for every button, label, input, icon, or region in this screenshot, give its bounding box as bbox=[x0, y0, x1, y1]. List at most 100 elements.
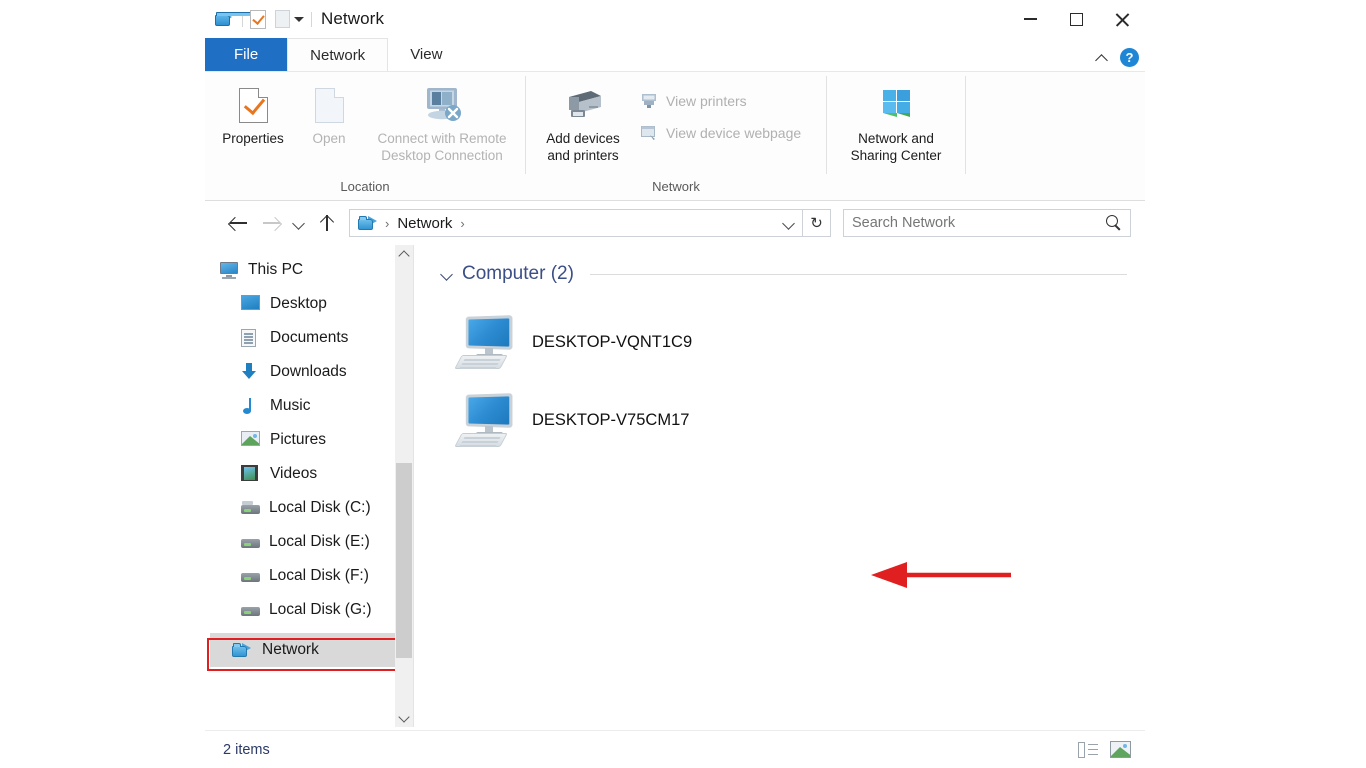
scroll-up-arrow[interactable] bbox=[395, 245, 413, 263]
sidebar-item-pictures[interactable]: Pictures bbox=[205, 423, 413, 457]
sidebar-item-label: Local Disk (E:) bbox=[269, 533, 370, 551]
connect-remote-desktop-button[interactable]: Connect with Remote Desktop Connection bbox=[367, 84, 517, 165]
up-arrow-icon bbox=[319, 215, 335, 231]
list-item[interactable]: DESKTOP-V75CM17 bbox=[440, 381, 1145, 459]
network-folder-icon[interactable] bbox=[215, 11, 235, 27]
sidebar-item-desktop[interactable]: Desktop bbox=[205, 287, 413, 321]
view-device-webpage-link[interactable]: View device webpage bbox=[636, 120, 805, 146]
chevron-up-icon[interactable] bbox=[1097, 52, 1108, 63]
chevron-down-icon[interactable] bbox=[440, 267, 454, 281]
view-printers-label: View printers bbox=[666, 93, 747, 109]
sidebar-item-local-disk-c[interactable]: Local Disk (C:) bbox=[205, 491, 413, 525]
forward-button[interactable] bbox=[255, 208, 287, 238]
group-divider bbox=[590, 274, 1127, 275]
sidebar-item-downloads[interactable]: Downloads bbox=[205, 355, 413, 389]
windows-logo-icon bbox=[877, 87, 915, 123]
ribbon-group-network-label: Network bbox=[526, 179, 826, 200]
explorer-body: This PC Desktop Documents Downloads Musi bbox=[205, 245, 1145, 727]
ribbon-controls: ? bbox=[1097, 48, 1139, 67]
status-bar: 2 items bbox=[205, 730, 1145, 768]
sidebar-item-label: This PC bbox=[248, 261, 303, 279]
tab-view[interactable]: View bbox=[388, 38, 464, 71]
tab-file[interactable]: File bbox=[205, 38, 287, 71]
ribbon-group-sharing: Network and Sharing Center bbox=[827, 72, 965, 200]
divider bbox=[311, 12, 312, 27]
close-button[interactable] bbox=[1099, 0, 1145, 38]
properties-label: Properties bbox=[222, 131, 284, 148]
ribbon-group-sharing-label bbox=[827, 194, 965, 200]
item-count-label: 2 items bbox=[223, 742, 270, 758]
sidebar-item-this-pc[interactable]: This PC bbox=[205, 253, 413, 287]
add-devices-and-printers-button[interactable]: Add devices and printers bbox=[540, 84, 626, 165]
sidebar-item-label: Videos bbox=[270, 465, 317, 483]
pictures-icon bbox=[241, 431, 261, 449]
minimize-button[interactable] bbox=[1007, 0, 1053, 38]
customize-quick-access-button[interactable] bbox=[290, 9, 304, 29]
sidebar-item-videos[interactable]: Videos bbox=[205, 457, 413, 491]
search-box[interactable] bbox=[843, 209, 1131, 237]
window-title: Network bbox=[321, 9, 384, 29]
breadcrumb-network[interactable]: Network bbox=[393, 215, 456, 232]
chevron-down-icon[interactable] bbox=[780, 214, 798, 232]
maximize-button[interactable] bbox=[1053, 0, 1099, 38]
sidebar-item-local-disk-e[interactable]: Local Disk (E:) bbox=[205, 525, 413, 559]
window-controls bbox=[1007, 0, 1145, 38]
scroll-down-arrow[interactable] bbox=[395, 709, 413, 727]
address-bar[interactable]: › Network › bbox=[349, 209, 803, 237]
list-item-label: DESKTOP-V75CM17 bbox=[532, 411, 689, 430]
downloads-icon bbox=[241, 363, 261, 381]
navigation-bar: › Network › ↻ bbox=[205, 201, 1145, 245]
sidebar-item-documents[interactable]: Documents bbox=[205, 321, 413, 355]
disk-icon bbox=[241, 603, 260, 617]
search-icon[interactable] bbox=[1106, 215, 1122, 231]
tab-network[interactable]: Network bbox=[287, 38, 388, 71]
sidebar-item-label: Local Disk (G:) bbox=[269, 601, 372, 619]
back-button[interactable] bbox=[223, 208, 255, 238]
details-view-icon[interactable] bbox=[1078, 742, 1098, 758]
sidebar-item-label: Local Disk (F:) bbox=[269, 567, 369, 585]
new-folder-icon[interactable] bbox=[275, 10, 290, 28]
properties-icon bbox=[239, 88, 268, 123]
scrollbar-track[interactable] bbox=[395, 263, 413, 709]
computer-icon bbox=[458, 313, 516, 371]
disk-icon bbox=[241, 569, 260, 583]
sidebar-item-music[interactable]: Music bbox=[205, 389, 413, 423]
scrollbar-thumb[interactable] bbox=[396, 463, 412, 658]
sidebar-item-local-disk-g[interactable]: Local Disk (G:) bbox=[205, 593, 413, 627]
maximize-icon bbox=[1070, 13, 1083, 26]
open-button[interactable]: Open bbox=[291, 84, 367, 148]
list-item[interactable]: DESKTOP-VQNT1C9 bbox=[440, 303, 1145, 381]
large-icons-view-icon[interactable] bbox=[1110, 741, 1131, 758]
disk-icon bbox=[241, 535, 260, 549]
screenshot-root: Network File Network View ? bbox=[0, 0, 1366, 768]
properties-icon[interactable] bbox=[250, 10, 266, 29]
network-folder-icon bbox=[358, 215, 379, 231]
open-icon bbox=[315, 88, 344, 123]
up-button[interactable] bbox=[311, 208, 343, 238]
recent-locations-button[interactable] bbox=[287, 208, 311, 238]
sidebar-item-label: Desktop bbox=[270, 295, 327, 313]
sidebar-item-label: Downloads bbox=[270, 363, 347, 381]
sidebar-item-local-disk-f[interactable]: Local Disk (F:) bbox=[205, 559, 413, 593]
sidebar-item-label: Pictures bbox=[270, 431, 326, 449]
help-button[interactable]: ? bbox=[1120, 48, 1139, 67]
music-icon bbox=[241, 397, 261, 415]
navigation-scrollbar[interactable] bbox=[395, 245, 413, 727]
computer-icon bbox=[458, 391, 516, 449]
list-item-label: DESKTOP-VQNT1C9 bbox=[532, 333, 692, 352]
properties-button[interactable]: Properties bbox=[215, 84, 291, 148]
search-input[interactable] bbox=[852, 215, 1106, 231]
view-printers-icon bbox=[640, 93, 658, 109]
view-printers-link[interactable]: View printers bbox=[636, 88, 805, 114]
group-title: Computer (2) bbox=[462, 263, 574, 285]
group-header-computer[interactable]: Computer (2) bbox=[440, 263, 1145, 285]
file-list-pane[interactable]: Computer (2) DESKTOP-VQNT1C9 DE bbox=[414, 245, 1145, 727]
breadcrumb-separator[interactable]: › bbox=[456, 216, 468, 231]
sidebar-item-label: Network bbox=[262, 641, 319, 659]
sidebar-item-network[interactable]: Network bbox=[210, 633, 401, 667]
this-pc-icon bbox=[219, 262, 239, 279]
network-and-sharing-center-button[interactable]: Network and Sharing Center bbox=[836, 84, 956, 165]
connect-remote-desktop-label: Connect with Remote Desktop Connection bbox=[367, 131, 517, 165]
ribbon-group-location-label: Location bbox=[205, 179, 525, 200]
refresh-button[interactable]: ↻ bbox=[803, 209, 831, 237]
